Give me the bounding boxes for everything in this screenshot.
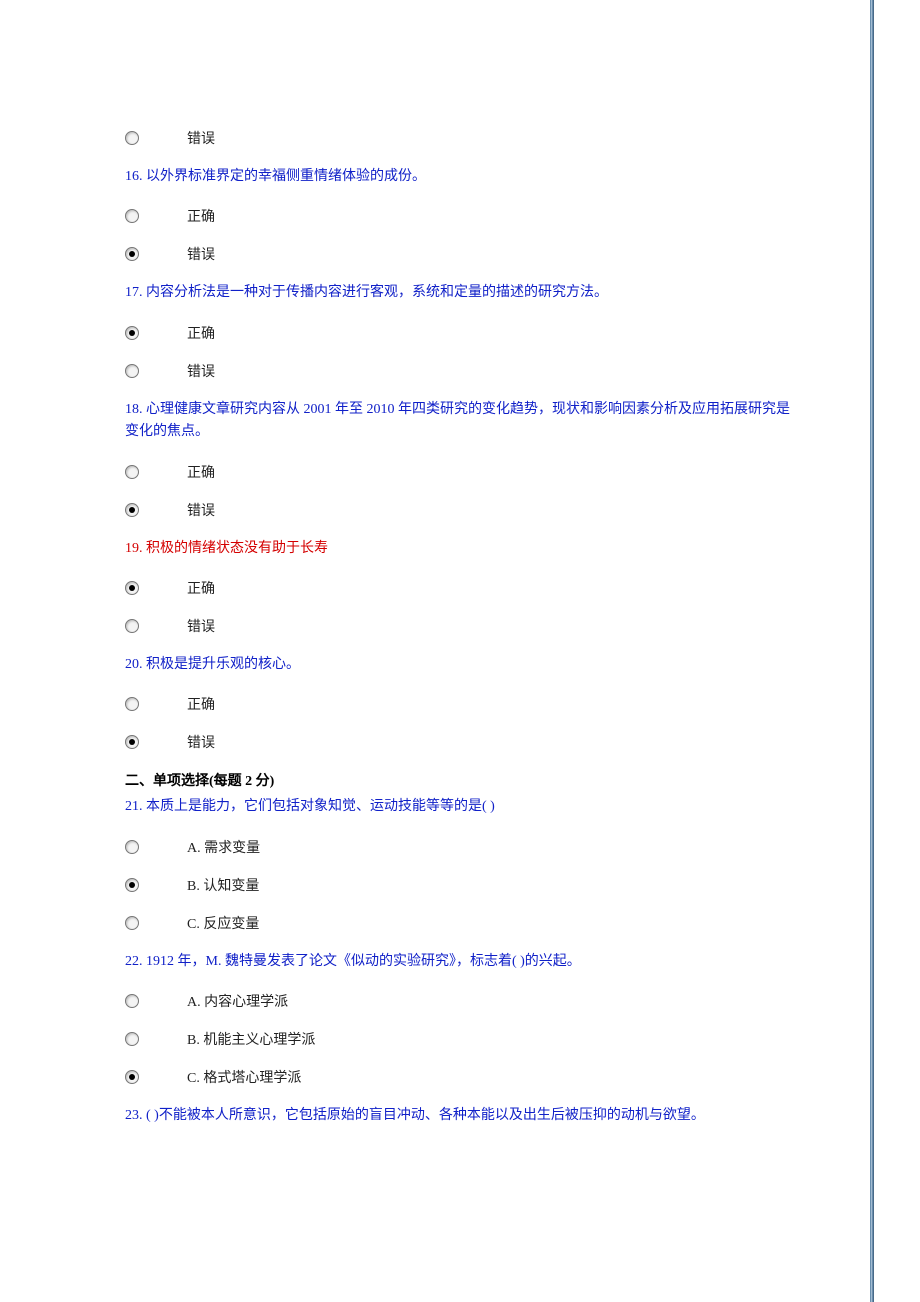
question-22: 22. 1912 年，M. 魏特曼发表了论文《似动的实验研究》，标志着( )的兴… [125,951,795,973]
option-row: 正确 [125,578,795,598]
question-number: 21. [125,799,143,814]
right-margin-rule [870,0,874,1302]
option-label: A. 内容心理学派 [187,991,288,1011]
radio-icon[interactable] [125,619,139,633]
option-label: 错误 [187,128,215,148]
radio-icon[interactable] [125,1032,139,1046]
option-row: 正确 [125,206,795,226]
question-18: 18. 心理健康文章研究内容从 2001 年至 2010 年四类研究的变化趋势，… [125,399,795,444]
option-row: 错误 [125,244,795,264]
radio-icon[interactable] [125,697,139,711]
question-number: 22. [125,954,143,969]
option-row: 错误 [125,616,795,636]
question-23: 23. ( )不能被本人所意识，它包括原始的盲目冲动、各种本能以及出生后被压抑的… [125,1105,795,1127]
option-row: B. 认知变量 [125,875,795,895]
option-row: A. 需求变量 [125,837,795,857]
question-21: 21. 本质上是能力，它们包括对象知觉、运动技能等等的是( ) [125,796,795,818]
question-19: 19. 积极的情绪状态没有助于长寿 [125,538,795,560]
option-label: C. 格式塔心理学派 [187,1067,301,1087]
option-label: 错误 [187,361,215,381]
question-17: 17. 内容分析法是一种对于传播内容进行客观，系统和定量的描述的研究方法。 [125,282,795,304]
radio-icon[interactable] [125,878,139,892]
question-16: 16. 以外界标准界定的幸福侧重情绪体验的成份。 [125,166,795,188]
question-text: 心理健康文章研究内容从 2001 年至 2010 年四类研究的变化趋势，现状和影… [125,402,790,439]
radio-icon[interactable] [125,581,139,595]
radio-icon[interactable] [125,364,139,378]
option-row: 正确 [125,323,795,343]
question-text: 本质上是能力，它们包括对象知觉、运动技能等等的是( ) [146,799,495,814]
radio-icon[interactable] [125,503,139,517]
option-row: C. 格式塔心理学派 [125,1067,795,1087]
radio-icon[interactable] [125,840,139,854]
option-row: B. 机能主义心理学派 [125,1029,795,1049]
question-number: 16. [125,169,143,184]
option-label: 错误 [187,244,215,264]
option-label: 错误 [187,732,215,752]
question-number: 17. [125,285,143,300]
radio-icon[interactable] [125,1070,139,1084]
option-row: 错误 [125,128,795,148]
option-row: C. 反应变量 [125,913,795,933]
question-text: 内容分析法是一种对于传播内容进行客观，系统和定量的描述的研究方法。 [146,285,608,300]
option-label: 正确 [187,578,215,598]
question-20: 20. 积极是提升乐观的核心。 [125,654,795,676]
radio-icon[interactable] [125,326,139,340]
question-text: ( )不能被本人所意识，它包括原始的盲目冲动、各种本能以及出生后被压抑的动机与欲… [146,1108,705,1123]
radio-icon[interactable] [125,994,139,1008]
option-label: 正确 [187,323,215,343]
question-number: 19. [125,541,143,556]
question-text: 积极是提升乐观的核心。 [146,657,300,672]
radio-icon[interactable] [125,916,139,930]
option-label: 正确 [187,694,215,714]
option-row: 错误 [125,732,795,752]
option-label: B. 认知变量 [187,875,259,895]
radio-icon[interactable] [125,735,139,749]
option-label: B. 机能主义心理学派 [187,1029,315,1049]
question-number: 18. [125,402,143,417]
radio-icon[interactable] [125,209,139,223]
option-row: A. 内容心理学派 [125,991,795,1011]
page-container: 错误 16. 以外界标准界定的幸福侧重情绪体验的成份。 正确 错误 17. 内容… [0,0,920,1178]
option-row: 正确 [125,462,795,482]
question-number: 20. [125,657,143,672]
option-label: C. 反应变量 [187,913,259,933]
radio-icon[interactable] [125,131,139,145]
question-number: 23. [125,1108,143,1123]
option-label: 错误 [187,616,215,636]
option-row: 错误 [125,361,795,381]
question-text: 积极的情绪状态没有助于长寿 [146,541,328,556]
radio-icon[interactable] [125,465,139,479]
option-label: 正确 [187,206,215,226]
option-row: 正确 [125,694,795,714]
option-label: A. 需求变量 [187,837,260,857]
question-text: 以外界标准界定的幸福侧重情绪体验的成份。 [146,169,426,184]
option-label: 正确 [187,462,215,482]
radio-icon[interactable] [125,247,139,261]
option-row: 错误 [125,500,795,520]
option-label: 错误 [187,500,215,520]
question-text: 1912 年，M. 魏特曼发表了论文《似动的实验研究》，标志着( )的兴起。 [146,954,581,969]
section-2-title: 二、单项选择(每题 2 分) [125,770,795,790]
